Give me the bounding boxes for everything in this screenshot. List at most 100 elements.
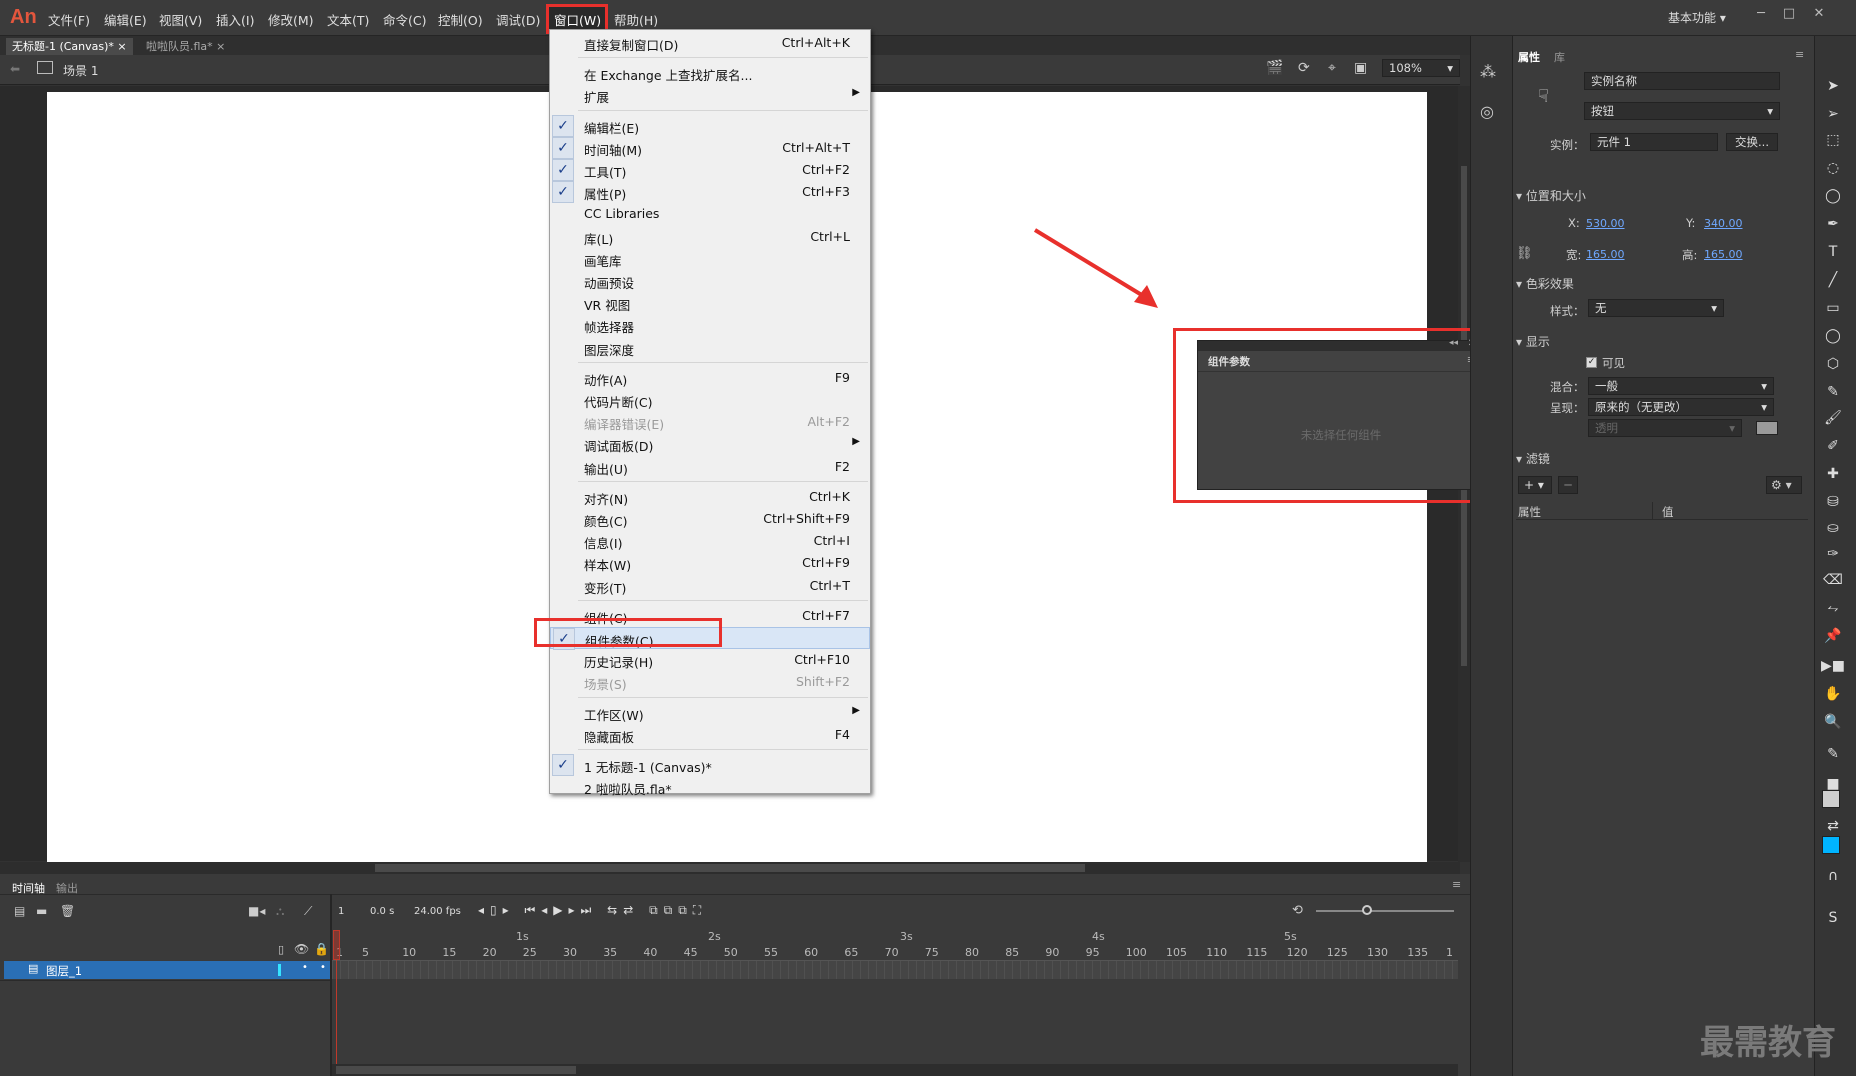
cc-libraries-icon[interactable]: ◎: [1480, 102, 1494, 121]
window-menu-item[interactable]: 动画预设: [550, 270, 870, 292]
horizontal-scrollbar[interactable]: [0, 862, 1460, 874]
stroke-swatch[interactable]: [1822, 790, 1840, 808]
pencil-icon[interactable]: ✎: [1820, 382, 1846, 402]
graph-icon[interactable]: ⟋: [304, 904, 312, 919]
panel-menu-icon[interactable]: ≡: [1452, 878, 1461, 891]
link-icon[interactable]: ⛓: [1516, 246, 1533, 261]
render-select[interactable]: 原来的（无更改） ▾: [1588, 398, 1774, 416]
instance-name-input[interactable]: 实例名称: [1584, 72, 1780, 90]
menu-item[interactable]: 视图(V): [159, 10, 202, 29]
x-value[interactable]: 530.00: [1586, 217, 1625, 230]
menu-item[interactable]: 插入(I): [216, 10, 254, 29]
symbol-type-select[interactable]: 按钮 ▾: [1584, 102, 1780, 120]
swap-colors-icon[interactable]: ⇄: [1820, 816, 1846, 836]
window-menu-item[interactable]: ✓ 1 无标题-1 (Canvas)*: [550, 754, 870, 776]
window-menu-item[interactable]: 工作区(W) ▶: [550, 702, 870, 724]
menu-item[interactable]: 调试(D): [496, 10, 540, 29]
layer-name[interactable]: 图层_1: [46, 963, 82, 979]
window-menu-item[interactable]: 调试面板(D) ▶: [550, 433, 870, 455]
menu-item[interactable]: 文件(F): [48, 10, 90, 29]
height-value[interactable]: 165.00: [1704, 248, 1743, 261]
playhead[interactable]: [333, 930, 340, 960]
3d-rotation-icon[interactable]: ◌: [1820, 158, 1846, 178]
window-menu-item[interactable]: ✓ 工具(T) Ctrl+F2: [550, 159, 870, 181]
window-menu-item[interactable]: 样本(W) Ctrl+F9: [550, 552, 870, 574]
y-value[interactable]: 340.00: [1704, 217, 1743, 230]
frames-row[interactable]: [332, 961, 1458, 979]
center-stage-icon[interactable]: ⌖: [1328, 60, 1336, 76]
paint-bucket-icon[interactable]: ⛁: [1820, 492, 1846, 512]
window-menu-item[interactable]: 历史记录(H) Ctrl+F10: [550, 649, 870, 671]
loop-icon[interactable]: ⟲: [1292, 903, 1303, 918]
window-menu-item[interactable]: CC Libraries: [550, 203, 870, 225]
text-tool-icon[interactable]: T: [1820, 242, 1846, 262]
lasso-icon[interactable]: ◯: [1820, 186, 1846, 206]
window-menu-item[interactable]: 隐藏面板 F4: [550, 724, 870, 746]
window-menu-item[interactable]: 输出(U) F2: [550, 456, 870, 478]
window-menu-item[interactable]: ✓ 编辑栏(E): [550, 114, 870, 137]
selection-tool-icon[interactable]: ➤: [1820, 76, 1846, 96]
minimize-button[interactable]: ─: [1752, 6, 1770, 24]
window-menu-item[interactable]: 变形(T) Ctrl+T: [550, 575, 870, 597]
delete-icon[interactable]: 🗑: [60, 904, 75, 918]
playback-controls[interactable]: ◂▯▸ ⏮◂▶▸⏭ ⇆⇄ ⧉⧉⧉⛶: [478, 903, 707, 918]
polystar-icon[interactable]: ⬡: [1820, 354, 1846, 374]
window-menu-item[interactable]: 帧选择器: [550, 314, 870, 336]
menu-item[interactable]: 命令(C): [383, 10, 426, 29]
bone-icon[interactable]: ✚: [1820, 464, 1846, 484]
oval-tool-icon[interactable]: ◯: [1820, 326, 1846, 346]
pin-icon[interactable]: 📌: [1820, 626, 1846, 646]
window-menu-item[interactable]: 扩展 ▶: [550, 84, 870, 106]
eye-icon[interactable]: 👁: [294, 942, 309, 956]
visible-checkbox[interactable]: ✓: [1586, 357, 1597, 368]
menu-item[interactable]: 帮助(H): [614, 10, 658, 29]
clapper-icon[interactable]: 🎬: [1266, 60, 1283, 76]
new-folder-icon[interactable]: ▬: [36, 904, 47, 918]
window-menu-item[interactable]: 库(L) Ctrl+L: [550, 226, 870, 248]
window-menu-item[interactable]: ✓ 属性(P) Ctrl+F3: [550, 181, 870, 204]
zoom-select[interactable]: 108% ▾: [1382, 59, 1460, 77]
pen-icon[interactable]: ✒: [1820, 214, 1846, 234]
back-arrow-icon[interactable]: ⬅: [10, 62, 20, 76]
hand-tool-icon[interactable]: ✋: [1820, 684, 1846, 704]
blend-select[interactable]: 一般 ▾: [1588, 377, 1774, 395]
section-display[interactable]: ▾ 显示: [1516, 333, 1550, 350]
subselection-tool-icon[interactable]: ➢: [1820, 104, 1846, 124]
menu-item[interactable]: 编辑(E): [104, 10, 147, 29]
doc-tab-cheerleader[interactable]: 啦啦队员.fla* ×: [140, 38, 231, 55]
clip-content-icon[interactable]: ▣: [1354, 60, 1367, 76]
free-transform-icon[interactable]: ⬚: [1820, 130, 1846, 150]
tab-properties[interactable]: 属性: [1518, 49, 1540, 65]
snap-magnet-icon[interactable]: ∩: [1820, 866, 1846, 886]
eraser-icon[interactable]: ⌫: [1820, 570, 1846, 590]
window-menu-item[interactable]: 在 Exchange 上查找扩展名...: [550, 62, 870, 84]
collapse-icon[interactable]: ◂◂: [1449, 338, 1458, 348]
ink-bottle-icon[interactable]: ⛀: [1820, 518, 1846, 538]
menu-item[interactable]: 控制(O): [438, 10, 483, 29]
camera-tool-icon[interactable]: ▶■: [1820, 656, 1846, 676]
rectangle-tool-icon[interactable]: ▭: [1820, 298, 1846, 318]
lock-icon[interactable]: 🔒: [314, 942, 329, 956]
paint-brush-icon[interactable]: ✐: [1820, 436, 1846, 456]
current-time[interactable]: 0.0 s: [370, 906, 394, 917]
section-color-effect[interactable]: ▾ 色彩效果: [1516, 275, 1574, 292]
current-frame[interactable]: 1: [338, 906, 344, 917]
layer-row[interactable]: ▤ 图层_1 • •: [4, 961, 330, 979]
window-menu-item[interactable]: ✓ 组件参数(C): [550, 627, 870, 650]
stroke-color-icon[interactable]: ✎: [1820, 744, 1846, 764]
workspace-switcher[interactable]: 基本功能 ▾: [1668, 9, 1726, 26]
width-value[interactable]: 165.00: [1586, 248, 1625, 261]
zoom-tool-icon[interactable]: 🔍: [1820, 712, 1846, 732]
window-menu-item[interactable]: VR 视图: [550, 292, 870, 314]
window-menu-item[interactable]: 动作(A) F9: [550, 367, 870, 389]
panel-tab[interactable]: 组件参数: [1200, 353, 1258, 371]
window-menu-item[interactable]: 2 啦啦队员.fla*: [550, 776, 870, 798]
brush-icon[interactable]: 🖌: [1820, 408, 1846, 428]
swap-button[interactable]: 交换...: [1726, 133, 1778, 151]
menu-item[interactable]: 修改(M): [268, 10, 314, 29]
background-swatch[interactable]: [1756, 421, 1778, 435]
line-tool-icon[interactable]: ╱: [1820, 270, 1846, 290]
menu-item[interactable]: 文本(T): [327, 10, 369, 29]
window-menu-item[interactable]: 颜色(C) Ctrl+Shift+F9: [550, 508, 870, 530]
window-menu-item[interactable]: ✓ 时间轴(M) Ctrl+Alt+T: [550, 136, 870, 159]
